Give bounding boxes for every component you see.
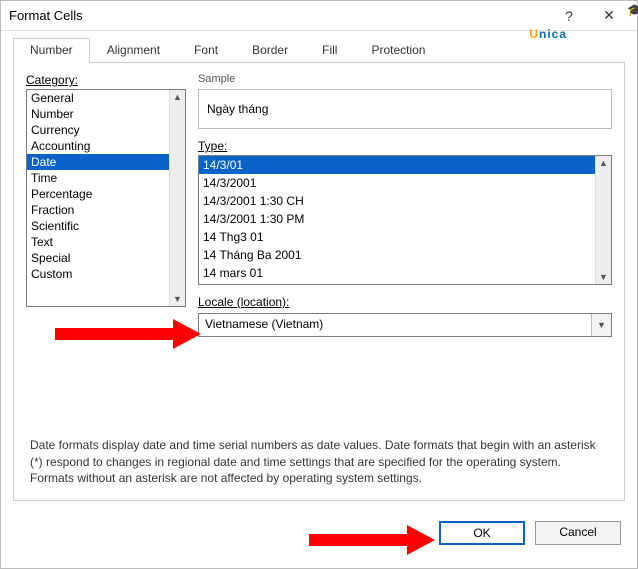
- category-scrollbar[interactable]: ▲ ▼: [169, 90, 185, 306]
- sample-label: Sample: [198, 73, 612, 85]
- category-item[interactable]: Date: [27, 154, 169, 170]
- watermark-logo: 🎓 Unica: [529, 9, 567, 46]
- category-column: Category: GeneralNumberCurrencyAccountin…: [26, 73, 186, 486]
- category-item[interactable]: Special: [27, 250, 169, 266]
- category-item[interactable]: Number: [27, 106, 169, 122]
- window-title: Format Cells: [9, 8, 549, 23]
- type-item[interactable]: 14/3/2001 1:30 CH: [199, 192, 595, 210]
- scroll-up-icon[interactable]: ▲: [599, 156, 608, 170]
- category-item[interactable]: Text: [27, 234, 169, 250]
- locale-select[interactable]: Vietnamese (Vietnam) ▼: [198, 313, 612, 337]
- tab-alignment[interactable]: Alignment: [90, 38, 177, 63]
- type-item[interactable]: 14 Tháng Ba 2001: [199, 246, 595, 264]
- category-listbox[interactable]: GeneralNumberCurrencyAccountingDateTimeP…: [26, 89, 186, 307]
- dialog-buttons: OK Cancel: [1, 511, 637, 555]
- type-label: Type:: [198, 139, 612, 153]
- category-item[interactable]: Percentage: [27, 186, 169, 202]
- category-item[interactable]: General: [27, 90, 169, 106]
- category-item[interactable]: Fraction: [27, 202, 169, 218]
- type-item[interactable]: 14/3/01: [199, 156, 595, 174]
- grad-cap-icon: 🎓: [627, 3, 638, 17]
- type-scrollbar[interactable]: ▲ ▼: [595, 156, 611, 284]
- tab-number[interactable]: Number: [13, 38, 90, 63]
- format-description: Date formats display date and time seria…: [30, 437, 608, 486]
- tab-fill[interactable]: Fill: [305, 38, 354, 63]
- cancel-button[interactable]: Cancel: [535, 521, 621, 545]
- category-item[interactable]: Scientific: [27, 218, 169, 234]
- category-item[interactable]: Time: [27, 170, 169, 186]
- type-item[interactable]: 14/3/2001: [199, 174, 595, 192]
- sample-value: Ngày tháng: [207, 102, 268, 116]
- type-item[interactable]: 14 mars 01: [199, 264, 595, 282]
- details-column: Sample Ngày tháng Type: 14/3/0114/3/2001…: [198, 73, 612, 486]
- close-button[interactable]: ✕: [589, 7, 629, 24]
- dialog-body: Number Alignment Font Border Fill Protec…: [1, 31, 637, 511]
- scroll-up-icon[interactable]: ▲: [173, 90, 182, 104]
- type-item[interactable]: 14 Thg3 01: [199, 228, 595, 246]
- category-label: Category:: [26, 73, 186, 87]
- type-item[interactable]: 14/3/2001 1:30 PM: [199, 210, 595, 228]
- category-item[interactable]: Accounting: [27, 138, 169, 154]
- type-listbox[interactable]: 14/3/0114/3/200114/3/2001 1:30 CH14/3/20…: [198, 155, 612, 285]
- scroll-down-icon[interactable]: ▼: [599, 270, 608, 284]
- locale-value: Vietnamese (Vietnam): [199, 314, 591, 336]
- sample-box: Ngày tháng: [198, 89, 612, 129]
- locale-label: Locale (location):: [198, 295, 612, 309]
- tab-border[interactable]: Border: [235, 38, 305, 63]
- category-item[interactable]: Custom: [27, 266, 169, 282]
- category-item[interactable]: Currency: [27, 122, 169, 138]
- chevron-down-icon[interactable]: ▼: [591, 314, 611, 336]
- tab-protection[interactable]: Protection: [354, 38, 442, 63]
- ok-button[interactable]: OK: [439, 521, 525, 545]
- tab-font[interactable]: Font: [177, 38, 235, 63]
- number-panel: Category: GeneralNumberCurrencyAccountin…: [13, 63, 625, 501]
- scroll-down-icon[interactable]: ▼: [173, 292, 182, 306]
